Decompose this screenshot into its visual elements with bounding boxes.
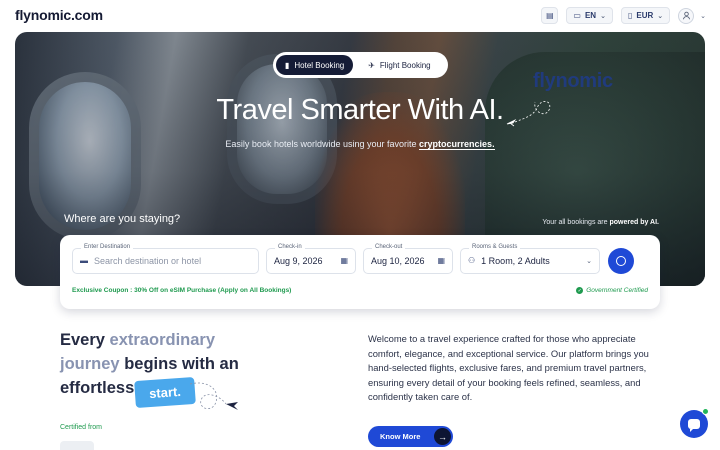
chevron-down-icon: ⌄ (600, 12, 606, 20)
headline-text: effortless (60, 379, 135, 397)
chevron-down-icon: ⌄ (586, 258, 592, 265)
rooms-guests-value: 1 Room, 2 Adults (481, 256, 550, 266)
hotel-icon: ▮ (285, 60, 290, 70)
destination-label: Enter Destination (81, 244, 134, 250)
top-actions: ▤ ▭ EN ⌄ ▯ EUR ⌄ ⌄ (541, 7, 706, 24)
arrow-right-icon: → (434, 428, 451, 445)
coupon-note: Exclusive Coupon : 30% Off on eSIM Purch… (72, 287, 292, 294)
plane-icon: ✈ (368, 60, 375, 70)
chevron-down-icon: ⌄ (657, 12, 664, 20)
powered-text: Your all bookings are (542, 219, 610, 226)
plane-doodle-icon (189, 382, 238, 410)
checkin-field[interactable]: Check-in Aug 9, 2026 ▦ (266, 244, 356, 274)
language-code: EN (584, 11, 597, 20)
currency-selector[interactable]: ▯ EUR ⌄ (620, 7, 671, 24)
hero-subtitle: Easily book hotels worldwide using your … (15, 139, 705, 150)
hero-subtitle-text: Easily book hotels worldwide using your … (225, 139, 420, 149)
document-icon: ▤ (546, 10, 554, 20)
chat-icon (688, 419, 700, 432)
know-more-button[interactable]: Know More → (368, 426, 453, 447)
document-button[interactable]: ▤ (541, 7, 559, 24)
flag-icon: ▭ (573, 10, 581, 20)
checkout-field[interactable]: Check-out Aug 10, 2026 ▦ (363, 244, 453, 274)
checkin-value: Aug 9, 2026 (274, 256, 323, 266)
headline-text-muted: journey (60, 355, 120, 373)
booking-type-tabs: ▮ Hotel Booking ✈ Flight Booking (273, 52, 448, 78)
site-logo[interactable]: flynomic.com (15, 7, 103, 23)
user-icon (678, 7, 695, 24)
rooms-guests-label: Rooms & Guests (469, 244, 521, 250)
calendar-icon: ▦ (437, 256, 445, 265)
certified-from-label: Certified from (60, 424, 103, 431)
powered-by-ai-note: Your all bookings are powered by AI. (542, 219, 659, 226)
tab-label: Flight Booking (379, 60, 431, 70)
checkout-value: Aug 10, 2026 (371, 256, 425, 266)
checkin-label: Check-in (275, 244, 305, 250)
tab-flight-booking[interactable]: ✈ Flight Booking (359, 55, 439, 75)
rooms-guests-field[interactable]: Rooms & Guests ⚇ 1 Room, 2 Adults ⌄ (460, 244, 600, 274)
check-icon: ✓ (576, 287, 584, 294)
tab-label: Hotel Booking (294, 60, 345, 70)
stay-question: Where are you staying? (64, 213, 181, 225)
government-certified-badge: ✓ Government Certified (576, 287, 648, 294)
tab-hotel-booking[interactable]: ▮ Hotel Booking (276, 55, 354, 75)
currency-code: EUR (636, 11, 654, 20)
top-bar: flynomic.com ▤ ▭ EN ⌄ ▯ EUR ⌄ ⌄ (0, 0, 720, 32)
government-certified-text: Government Certified (586, 287, 648, 294)
headline-text-muted: extraordinary (109, 331, 216, 349)
online-indicator (702, 408, 709, 415)
plane-doodle-icon (506, 101, 551, 127)
about-intro: Welcome to a travel experience crafted f… (368, 333, 649, 403)
calendar-icon: ▦ (340, 256, 348, 265)
headline-text: begins with an (119, 355, 239, 373)
headline-line-1: Every extraordinary (60, 328, 350, 352)
destination-field[interactable]: Enter Destination ▬ Search destination o… (72, 244, 259, 274)
search-card: Enter Destination ▬ Search destination o… (60, 235, 660, 309)
user-menu[interactable]: ⌄ (678, 7, 706, 24)
know-more-label: Know More (380, 432, 421, 441)
search-button[interactable] (608, 248, 634, 274)
bed-icon: ▬ (80, 256, 88, 265)
chat-button[interactable] (680, 408, 709, 438)
checkout-label: Check-out (372, 244, 406, 250)
search-icon (616, 256, 626, 266)
chevron-down-icon: ⌄ (700, 12, 706, 20)
powered-highlight: powered by AI. (609, 219, 659, 226)
users-icon: ⚇ (468, 256, 476, 265)
language-selector[interactable]: ▭ EN ⌄ (566, 7, 613, 24)
wallet-icon: ▯ (627, 10, 633, 20)
headline-text: Every (60, 331, 110, 349)
certification-logo (60, 441, 94, 450)
hero-subtitle-highlight: cryptocurrencies. (419, 139, 495, 150)
hero-title: Travel Smarter With AI. (216, 94, 504, 126)
headline-line-2: journey begins with an (60, 352, 350, 376)
destination-input[interactable]: Search destination or hotel (94, 256, 201, 266)
